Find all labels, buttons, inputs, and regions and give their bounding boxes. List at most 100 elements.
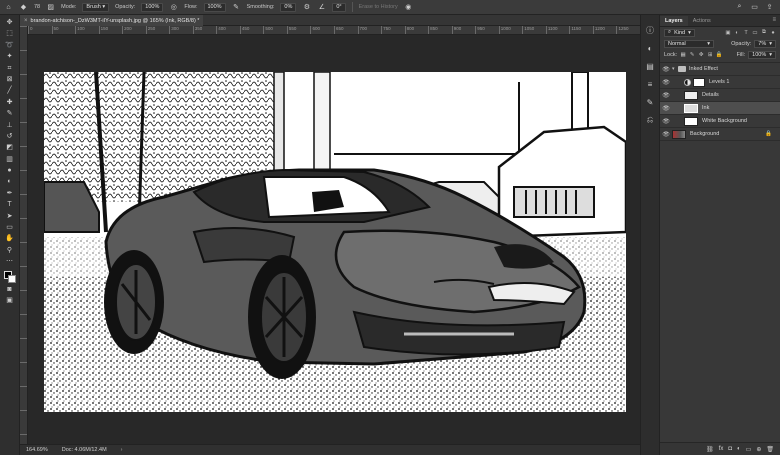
airbrush-icon[interactable]: ✎	[232, 3, 241, 12]
background-color[interactable]	[7, 274, 16, 283]
visibility-eye-icon[interactable]: 👁	[660, 131, 672, 138]
flow-field[interactable]: 100%	[203, 2, 226, 12]
smoothing-field[interactable]: 0%	[280, 2, 297, 12]
eyedropper-tool-icon[interactable]: ╱	[4, 86, 15, 95]
close-icon[interactable]: ×	[24, 18, 28, 24]
lock-artboard-icon[interactable]: ⊞	[707, 52, 713, 58]
levels-adjustment-icon	[684, 78, 691, 86]
erase-to-history-checkbox[interactable]: Erase to History	[359, 4, 398, 10]
lock-transparent-icon[interactable]: ▦	[680, 52, 686, 58]
clone-stamp-tool-icon[interactable]: ⊥	[4, 121, 15, 130]
kind-filter-dropdown[interactable]: ⌕ Kind ▾	[664, 28, 695, 37]
layer-thumbnail[interactable]	[684, 116, 698, 126]
gradient-tool-icon[interactable]: ▥	[4, 155, 15, 164]
info-icon[interactable]: ⓘ	[645, 25, 655, 35]
blur-tool-icon[interactable]: ●	[4, 166, 15, 175]
adjustment-icon[interactable]: ◐	[737, 446, 741, 452]
opacity-field[interactable]: 100%	[141, 2, 164, 12]
fx-icon[interactable]: fx	[719, 446, 724, 452]
brush-tool-icon[interactable]: ✎	[4, 109, 15, 118]
layer-thumbnail[interactable]	[684, 103, 698, 113]
healing-brush-tool-icon[interactable]: ✚	[4, 98, 15, 107]
brush-settings-icon[interactable]: ▨	[46, 3, 55, 12]
document-tab[interactable]: × brandon-atchison-_DzW3MT-iIY-unsplash.…	[20, 15, 204, 26]
status-chevron-icon[interactable]: ›	[121, 447, 123, 453]
history-brush-tool-icon[interactable]: ↺	[4, 132, 15, 141]
lock-image-icon[interactable]: ✎	[689, 52, 695, 58]
marquee-tool-icon[interactable]: ⬚	[4, 29, 15, 38]
hand-tool-icon[interactable]: ✋	[4, 234, 15, 243]
layer-thumbnail[interactable]	[672, 129, 686, 139]
adjustments-icon[interactable]: ◐	[645, 43, 655, 53]
trash-icon[interactable]: 🗑	[766, 446, 774, 453]
properties-icon[interactable]: ≡	[645, 79, 655, 89]
vertical-ruler[interactable]	[20, 26, 28, 444]
new-layer-icon[interactable]: ⊕	[756, 446, 761, 453]
visibility-eye-icon[interactable]: 👁	[660, 66, 672, 73]
crop-tool-icon[interactable]: ⌗	[4, 64, 15, 73]
layer-opacity-field[interactable]: 7% ▾	[754, 39, 776, 48]
brushes-icon[interactable]: ✎	[645, 97, 655, 107]
angle-field[interactable]: 0°	[332, 2, 346, 12]
visibility-eye-icon[interactable]: 👁	[660, 118, 672, 125]
layer-row-levels[interactable]: 👁 Levels 1	[660, 76, 780, 89]
pressure-size-icon[interactable]: ◉	[404, 3, 413, 12]
home-icon[interactable]: ⌂	[4, 3, 13, 12]
layer-thumbnail[interactable]	[684, 90, 698, 100]
pressure-opacity-icon[interactable]: ◎	[169, 3, 178, 12]
mode-dropdown[interactable]: Brush ▾	[82, 2, 110, 12]
filter-smart-icon[interactable]: ⧉	[761, 29, 767, 36]
layer-row-background[interactable]: 👁 Background 🔒	[660, 128, 780, 141]
layer-row-inked-effect[interactable]: 👁 ▾ Inked Effect	[660, 63, 780, 76]
more-tools-icon[interactable]: ⋯	[4, 257, 15, 266]
eraser-tool-icon[interactable]: ◩	[4, 143, 15, 152]
lock-all-icon[interactable]: 🔒	[716, 52, 723, 58]
canvas-area[interactable]	[28, 35, 640, 444]
mask-icon[interactable]: ◘	[728, 446, 732, 452]
document-canvas[interactable]	[44, 72, 626, 412]
gear-icon[interactable]: ⚙	[302, 3, 311, 12]
visibility-eye-icon[interactable]: 👁	[660, 79, 672, 86]
share-icon[interactable]: ⇪	[765, 3, 774, 12]
color-swatches[interactable]	[3, 270, 16, 283]
visibility-eye-icon[interactable]: 👁	[660, 105, 672, 112]
quick-mask-icon[interactable]: ◙	[4, 285, 15, 294]
brush-size-value[interactable]: 78	[34, 4, 40, 10]
quick-select-tool-icon[interactable]: ✦	[4, 52, 15, 61]
filter-adjustment-icon[interactable]: ◐	[734, 30, 740, 36]
blend-mode-dropdown[interactable]: Normal ▾	[664, 39, 714, 48]
libraries-icon[interactable]: ▤	[645, 61, 655, 71]
workspace-icon[interactable]: ▭	[750, 3, 759, 12]
layer-row-ink[interactable]: 👁 Ink	[660, 102, 780, 115]
zoom-level[interactable]: 164.69%	[26, 447, 48, 453]
tab-layers[interactable]: Layers	[660, 16, 688, 26]
eraser-tool-preset-icon[interactable]: ◆	[19, 3, 28, 12]
lock-position-icon[interactable]: ✥	[698, 52, 704, 58]
lasso-tool-icon[interactable]: ➰	[4, 41, 15, 50]
type-tool-icon[interactable]: T	[4, 200, 15, 209]
layer-row-white-background[interactable]: 👁 White Background	[660, 115, 780, 128]
move-tool-icon[interactable]: ✥	[4, 18, 15, 27]
visibility-eye-icon[interactable]: 👁	[660, 92, 672, 99]
history-icon[interactable]: ⎌	[645, 115, 655, 125]
layer-row-details[interactable]: 👁 Details	[660, 89, 780, 102]
filter-toggle-icon[interactable]: ●	[770, 30, 776, 36]
zoom-tool-icon[interactable]: ⚲	[4, 246, 15, 255]
layer-mask-thumbnail[interactable]	[693, 77, 705, 87]
pen-tool-icon[interactable]: ✒	[4, 189, 15, 198]
folder-icon[interactable]: ▭	[746, 446, 752, 453]
filter-pixel-icon[interactable]: ▣	[725, 30, 731, 36]
frame-tool-icon[interactable]: ⊠	[4, 75, 15, 84]
panel-menu-icon[interactable]: ≡	[772, 17, 776, 23]
link-icon[interactable]: ⛓	[706, 446, 714, 453]
search-icon[interactable]: ⌕	[735, 3, 744, 12]
filter-shape-icon[interactable]: ▭	[752, 30, 758, 36]
screen-mode-icon[interactable]: ▣	[4, 296, 15, 305]
filter-type-icon[interactable]: T	[743, 30, 749, 36]
path-selection-tool-icon[interactable]: ➤	[4, 212, 15, 221]
fill-field[interactable]: 100% ▾	[748, 50, 776, 59]
dodge-tool-icon[interactable]: ◐	[4, 177, 15, 186]
tab-actions[interactable]: Actions	[688, 16, 716, 26]
rectangle-tool-icon[interactable]: ▭	[4, 223, 15, 232]
horizontal-ruler[interactable]: 0 50 100 150 200 250 300 350 400 450 500 550 600 650 7…	[28, 26, 640, 35]
